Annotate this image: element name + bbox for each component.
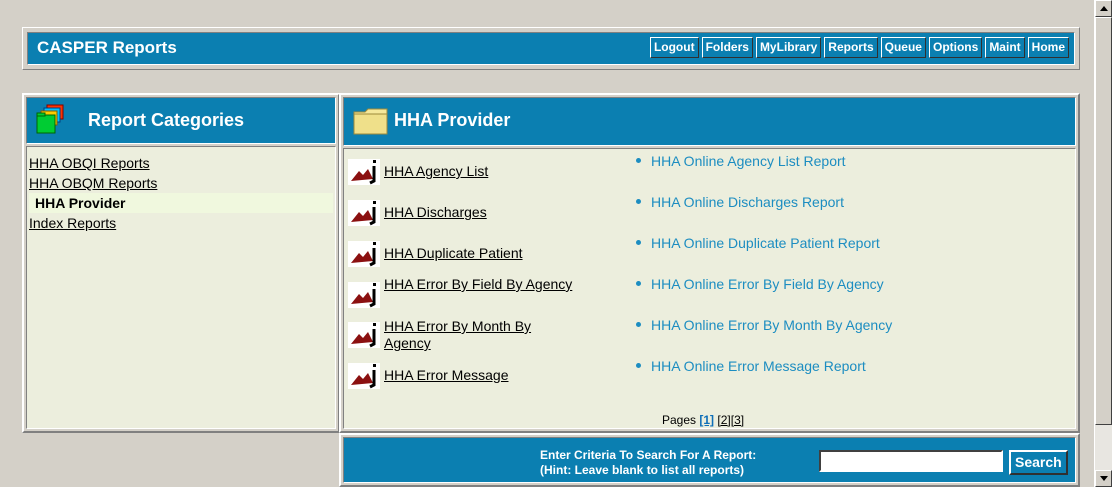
provider-title: HHA Provider: [394, 110, 511, 130]
mylibrary-button[interactable]: MyLibrary: [755, 37, 822, 58]
report-row: HHA Error Message: [348, 361, 608, 391]
arrow-up-icon: [1100, 6, 1108, 11]
report-categories-title: Report Categories: [88, 110, 245, 130]
online-report-label: HHA Online Error By Field By Agency: [651, 276, 884, 292]
scroll-down-button[interactable]: [1095, 470, 1112, 487]
category-list: HHA OBQI Reports HHA OBQM Reports HHA Pr…: [29, 153, 333, 233]
pagination: Pages [1] [2][3]: [662, 413, 744, 427]
bullet-icon: [636, 362, 641, 368]
bullet-icon: [636, 280, 641, 286]
reports-button[interactable]: Reports: [824, 37, 878, 58]
report-link-discharges[interactable]: HHA Discharges: [384, 204, 584, 221]
category-hha-obqm[interactable]: HHA OBQM Reports: [29, 173, 333, 193]
report-link-error-by-field[interactable]: HHA Error By Field By Agency: [384, 276, 574, 293]
scroll-thumb[interactable]: [1095, 17, 1112, 425]
report-categories-header: Report Categories: [26, 97, 336, 144]
options-button[interactable]: Options: [928, 37, 983, 58]
top-nav: Logout Folders MyLibrary Reports Queue O…: [647, 37, 1069, 58]
queue-button[interactable]: Queue: [880, 37, 926, 58]
online-report-label: HHA Online Agency List Report: [651, 153, 846, 169]
home-button[interactable]: Home: [1027, 37, 1069, 58]
report-row: HHA Discharges: [348, 198, 608, 228]
online-report-error-message[interactable]: HHA Online Error Message Report: [636, 358, 866, 374]
online-report-agency-list[interactable]: HHA Online Agency List Report: [636, 153, 846, 169]
report-icon: [348, 280, 380, 313]
search-input[interactable]: [819, 450, 1003, 472]
bullet-icon: [636, 198, 641, 204]
report-icon: [348, 239, 380, 272]
bullet-icon: [636, 321, 641, 327]
report-link-agency-list[interactable]: HHA Agency List: [384, 163, 584, 180]
report-row: HHA Duplicate Patient: [348, 239, 608, 269]
vertical-scrollbar[interactable]: [1094, 0, 1112, 487]
search-bar: Enter Criteria To Search For A Report: (…: [343, 437, 1076, 483]
app-title: CASPER Reports: [37, 38, 177, 57]
page-3-link[interactable]: [3]: [731, 413, 744, 427]
header-bar: CASPER Reports Logout Folders MyLibrary …: [27, 32, 1075, 65]
online-report-error-by-field[interactable]: HHA Online Error By Field By Agency: [636, 276, 884, 292]
page-1-link[interactable]: [1]: [699, 413, 714, 427]
maint-button[interactable]: Maint: [985, 37, 1025, 58]
report-link-error-by-month[interactable]: HHA Error By Month By Agency: [384, 318, 574, 352]
search-instruction-line: Enter Criteria To Search For A Report:: [540, 448, 757, 462]
online-report-label: HHA Online Duplicate Patient Report: [651, 235, 880, 251]
arrow-down-icon: [1100, 476, 1108, 481]
search-instructions: Enter Criteria To Search For A Report: (…: [540, 448, 756, 478]
category-hha-obqi[interactable]: HHA OBQI Reports: [29, 153, 333, 173]
report-categories-body: HHA OBQI Reports HHA OBQM Reports HHA Pr…: [26, 146, 336, 429]
bullet-icon: [636, 239, 641, 245]
report-icon: [348, 320, 380, 353]
report-link-error-message[interactable]: HHA Error Message: [384, 367, 584, 384]
online-report-label: HHA Online Discharges Report: [651, 194, 844, 210]
logout-button[interactable]: Logout: [649, 37, 699, 58]
categories-folders-icon: [35, 104, 65, 141]
pages-label: Pages: [662, 413, 697, 427]
online-report-discharges[interactable]: HHA Online Discharges Report: [636, 194, 844, 210]
report-row: HHA Agency List: [348, 157, 608, 187]
report-row: HHA Error By Field By Agency: [348, 276, 608, 312]
folders-button[interactable]: Folders: [701, 37, 753, 58]
online-report-duplicate-patient[interactable]: HHA Online Duplicate Patient Report: [636, 235, 880, 251]
page-2-link[interactable]: [2]: [717, 413, 730, 427]
online-report-error-by-month[interactable]: HHA Online Error By Month By Agency: [636, 317, 892, 333]
provider-header: HHA Provider: [343, 97, 1076, 146]
bullet-icon: [636, 157, 641, 163]
online-report-label: HHA Online Error Message Report: [651, 358, 866, 374]
provider-panel: HHA Provider HHA Agency List HHA Online …: [339, 93, 1080, 433]
folder-icon: [353, 106, 389, 141]
report-icon: [348, 157, 380, 190]
header-frame: CASPER Reports Logout Folders MyLibrary …: [22, 27, 1080, 70]
online-report-label: HHA Online Error By Month By Agency: [651, 317, 893, 333]
category-index-reports[interactable]: Index Reports: [29, 213, 333, 233]
search-hint-line: (Hint: Leave blank to list all reports): [540, 463, 745, 477]
scroll-up-button[interactable]: [1095, 0, 1112, 17]
report-link-duplicate-patient[interactable]: HHA Duplicate Patient: [384, 245, 584, 262]
report-categories-panel: Report Categories HHA OBQI Reports HHA O…: [22, 93, 340, 433]
category-hha-provider[interactable]: HHA Provider: [29, 193, 333, 213]
report-row: HHA Error By Month By Agency: [348, 318, 608, 354]
search-panel: Enter Criteria To Search For A Report: (…: [339, 433, 1080, 487]
search-button[interactable]: Search: [1009, 450, 1068, 475]
provider-body: HHA Agency List HHA Online Agency List R…: [343, 148, 1076, 429]
report-icon: [348, 198, 380, 231]
page: CASPER Reports Logout Folders MyLibrary …: [0, 0, 1094, 487]
report-icon: [348, 361, 380, 394]
